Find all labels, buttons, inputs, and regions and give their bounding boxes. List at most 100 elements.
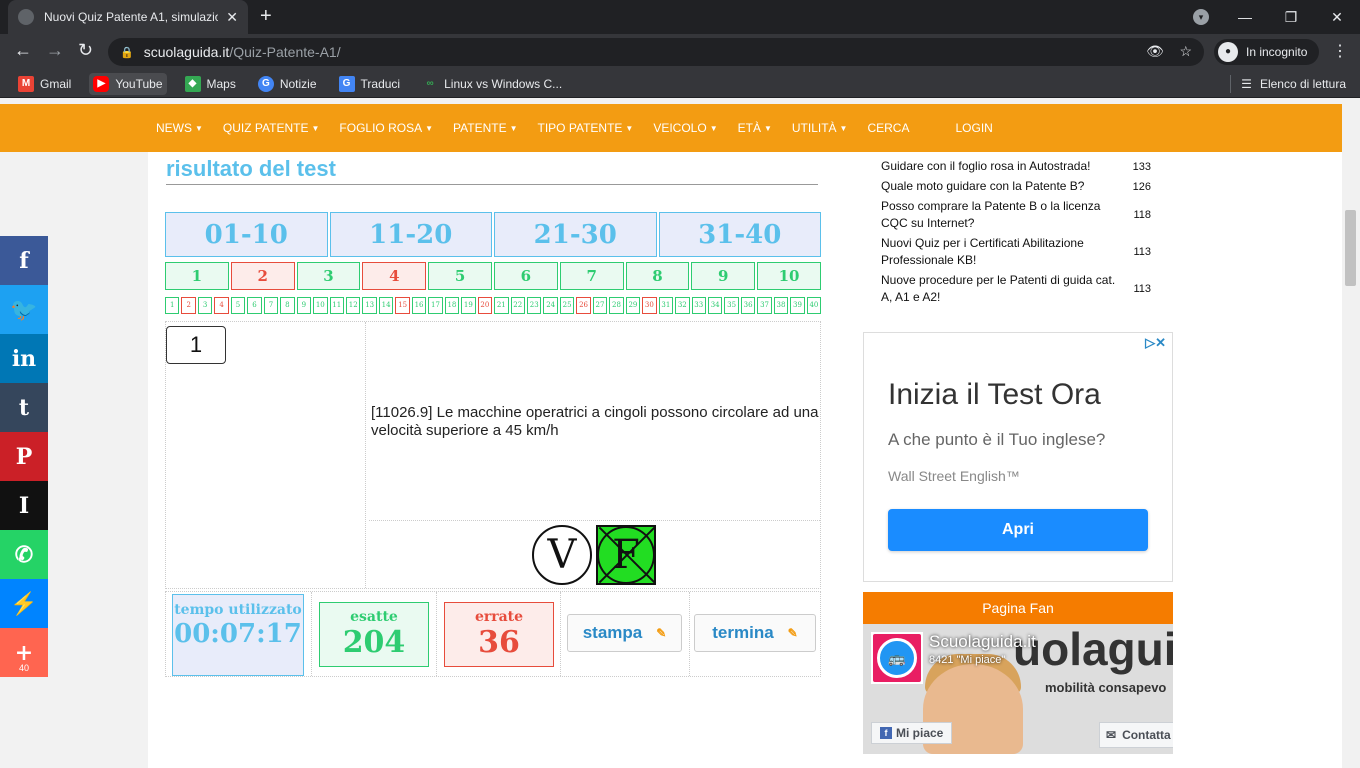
bookmark-star-icon[interactable]: ☆ bbox=[1179, 43, 1192, 59]
question-group-tab[interactable]: 01-10 bbox=[165, 212, 328, 257]
question-link-small[interactable]: 37 bbox=[757, 297, 772, 314]
browser-menu-icon[interactable]: ⋮ bbox=[1332, 41, 1348, 61]
scrollbar-thumb[interactable] bbox=[1345, 210, 1356, 286]
article-title[interactable]: Posso comprare la Patente B o la licenza… bbox=[881, 198, 1125, 232]
adchoices-icon[interactable]: ▷✕ bbox=[1145, 335, 1166, 351]
nav-item[interactable]: PATENTE ▼ bbox=[453, 121, 517, 135]
nav-item[interactable]: TIPO PATENTE ▼ bbox=[538, 121, 634, 135]
nav-item[interactable]: FOGLIO ROSA ▼ bbox=[339, 121, 433, 135]
answer-true-button[interactable]: V bbox=[532, 525, 592, 585]
minimize-icon[interactable]: — bbox=[1222, 9, 1268, 25]
recent-article[interactable]: Nuove procedure per le Patenti di guida … bbox=[881, 272, 1151, 306]
article-title[interactable]: Quale moto guidare con la Patente B? bbox=[881, 178, 1125, 195]
recent-article[interactable]: Guidare con il foglio rosa in Autostrada… bbox=[881, 158, 1151, 175]
question-link-small[interactable]: 10 bbox=[313, 297, 328, 314]
question-link-small[interactable]: 13 bbox=[362, 297, 377, 314]
question-link-small[interactable]: 16 bbox=[411, 297, 427, 314]
nav-item[interactable]: UTILITÀ ▼ bbox=[792, 121, 848, 135]
print-button[interactable]: stampa ✎ bbox=[567, 614, 682, 652]
bookmark-youtube[interactable]: ▶ YouTube bbox=[89, 72, 167, 95]
question-link-small[interactable]: 38 bbox=[773, 297, 789, 314]
reading-list[interactable]: ☰ Elenco di lettura bbox=[1230, 75, 1346, 93]
browser-tab[interactable]: Nuovi Quiz Patente A1, simulazio ✕ bbox=[8, 0, 248, 34]
end-button[interactable]: termina ✎ bbox=[694, 614, 816, 652]
close-tab-icon[interactable]: ✕ bbox=[226, 9, 238, 26]
question-link-small[interactable]: 9 bbox=[296, 297, 312, 314]
question-link[interactable]: 8 bbox=[625, 262, 690, 290]
nav-item[interactable]: ETÀ ▼ bbox=[738, 121, 772, 135]
question-link-small[interactable]: 18 bbox=[444, 297, 460, 314]
fanpage-name[interactable]: Scuolaguida.it bbox=[929, 632, 1036, 652]
question-link[interactable]: 6 bbox=[493, 262, 558, 290]
article-title[interactable]: Guidare con il foglio rosa in Autostrada… bbox=[881, 158, 1125, 175]
question-link-small[interactable]: 21 bbox=[494, 297, 509, 314]
linkedin-share-icon[interactable]: in bbox=[0, 334, 48, 383]
question-link-small[interactable]: 3 bbox=[197, 297, 213, 314]
bookmark-gmail[interactable]: M Gmail bbox=[14, 73, 75, 95]
ad-open-button[interactable]: Apri bbox=[888, 509, 1148, 551]
nav-item[interactable]: LOGIN bbox=[955, 121, 992, 135]
question-link[interactable]: 2 bbox=[230, 262, 295, 290]
nav-item[interactable]: VEICOLO ▼ bbox=[653, 121, 717, 135]
fb-like-button[interactable]: f Mi piace bbox=[871, 722, 953, 744]
question-link-small[interactable]: 8 bbox=[280, 297, 295, 314]
close-window-icon[interactable]: ✕ bbox=[1314, 9, 1360, 26]
question-link[interactable]: 4 bbox=[362, 262, 427, 290]
bookmark-maps[interactable]: ◆ Maps bbox=[181, 73, 240, 95]
question-link-small[interactable]: 33 bbox=[691, 297, 706, 314]
address-bar[interactable]: 🔒 scuolaguida.it/Quiz-Patente-A1/ 👁 ☆ bbox=[108, 38, 1204, 66]
recent-article[interactable]: Nuovi Quiz per i Certificati Abilitazion… bbox=[881, 235, 1151, 269]
fb-contact-button[interactable]: ✉ Contatta bbox=[1099, 722, 1173, 748]
question-link-small[interactable]: 12 bbox=[345, 297, 361, 314]
nav-item[interactable]: QUIZ PATENTE ▼ bbox=[223, 121, 319, 135]
page-scrollbar[interactable] bbox=[1342, 98, 1360, 768]
more-share-icon[interactable]: +40 bbox=[0, 628, 48, 677]
question-link-small[interactable]: 6 bbox=[247, 297, 262, 314]
question-link-small[interactable]: 15 bbox=[395, 297, 410, 314]
question-link[interactable]: 7 bbox=[559, 262, 624, 290]
question-link-small[interactable]: 32 bbox=[675, 297, 690, 314]
question-link-small[interactable]: 11 bbox=[329, 297, 344, 314]
question-link-small[interactable]: 22 bbox=[510, 297, 525, 314]
question-link-small[interactable]: 28 bbox=[609, 297, 624, 314]
question-link[interactable]: 1 bbox=[165, 262, 229, 290]
facebook-share-icon[interactable]: f bbox=[0, 236, 48, 285]
question-link[interactable]: 9 bbox=[691, 262, 756, 290]
question-link-small[interactable]: 40 bbox=[806, 297, 822, 314]
question-link-small[interactable]: 7 bbox=[263, 297, 279, 314]
advertisement[interactable]: ▷✕ Inizia il Test Ora A che punto è il T… bbox=[863, 332, 1173, 582]
question-link-small[interactable]: 1 bbox=[165, 297, 180, 314]
whatsapp-share-icon[interactable]: ✆ bbox=[0, 530, 48, 579]
question-link-small[interactable]: 5 bbox=[230, 297, 246, 314]
bookmark-translate[interactable]: G Traduci bbox=[335, 73, 405, 95]
restore-icon[interactable]: ❐ bbox=[1268, 9, 1314, 26]
question-link-small[interactable]: 25 bbox=[559, 297, 575, 314]
new-tab-icon[interactable]: + bbox=[260, 5, 272, 28]
tumblr-share-icon[interactable]: t bbox=[0, 383, 48, 432]
lock-icon[interactable]: 🔒 bbox=[120, 46, 134, 59]
question-link-small[interactable]: 24 bbox=[543, 297, 558, 314]
question-link-small[interactable]: 2 bbox=[181, 297, 196, 314]
question-link-small[interactable]: 19 bbox=[461, 297, 476, 314]
twitter-share-icon[interactable]: 🐦 bbox=[0, 285, 48, 334]
question-link-small[interactable]: 26 bbox=[576, 297, 591, 314]
question-group-tab[interactable]: 11-20 bbox=[329, 212, 492, 257]
question-link-small[interactable]: 36 bbox=[740, 297, 756, 314]
question-link-small[interactable]: 30 bbox=[642, 297, 657, 314]
question-link-small[interactable]: 39 bbox=[790, 297, 805, 314]
recent-article[interactable]: Quale moto guidare con la Patente B? 126 bbox=[881, 178, 1151, 195]
fanpage-avatar[interactable]: 🚌 bbox=[871, 632, 923, 684]
question-link-small[interactable]: 34 bbox=[707, 297, 723, 314]
article-title[interactable]: Nuovi Quiz per i Certificati Abilitazion… bbox=[881, 235, 1125, 269]
question-link[interactable]: 5 bbox=[428, 262, 492, 290]
bookmark-news[interactable]: G Notizie bbox=[254, 73, 321, 95]
answer-false-button[interactable]: F bbox=[596, 525, 656, 585]
question-link-small[interactable]: 23 bbox=[526, 297, 542, 314]
question-link-small[interactable]: 14 bbox=[378, 297, 394, 314]
reload-icon[interactable]: ↻ bbox=[78, 40, 93, 61]
recent-article[interactable]: Posso comprare la Patente B o la licenza… bbox=[881, 198, 1151, 232]
incognito-indicator[interactable]: ● In incognito bbox=[1214, 39, 1320, 65]
article-title[interactable]: Nuove procedure per le Patenti di guida … bbox=[881, 272, 1125, 306]
question-group-tab[interactable]: 21-30 bbox=[494, 212, 657, 257]
question-link-small[interactable]: 31 bbox=[658, 297, 674, 314]
